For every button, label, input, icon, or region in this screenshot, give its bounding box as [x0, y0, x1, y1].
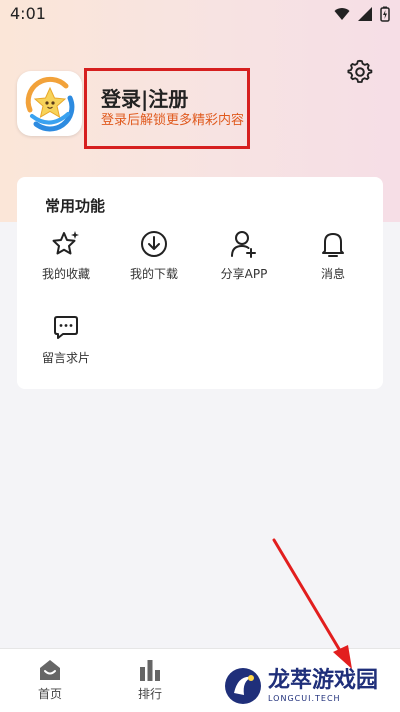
- share-user-icon: [231, 231, 256, 258]
- app-logo-avatar[interactable]: [17, 71, 82, 136]
- function-downloads[interactable]: 我的下载: [118, 229, 190, 289]
- download-icon: [141, 231, 167, 257]
- login-register-link[interactable]: 登录|注册: [101, 83, 188, 112]
- function-share-app[interactable]: 分享APP: [208, 229, 280, 289]
- watermark-text: 龙萃游戏园: [268, 667, 379, 693]
- function-label: 我的下载: [129, 267, 178, 281]
- tab-ranking[interactable]: 排行: [110, 649, 190, 712]
- star-logo-icon: [25, 76, 74, 131]
- wifi-icon: [334, 8, 350, 20]
- watermark-logo-icon: [225, 668, 261, 704]
- watermark-subtext: LONGCUI.TECH: [268, 693, 341, 703]
- ranking-icon: [140, 660, 160, 681]
- function-label: 我的收藏: [41, 267, 90, 281]
- settings-gear-icon[interactable]: [347, 59, 373, 85]
- common-functions-card: 常用功能 我的收藏 我的下载 分享APP 消息 留言求片: [17, 177, 383, 389]
- function-request-movie[interactable]: 留言求片: [30, 313, 102, 373]
- tab-home[interactable]: 首页: [10, 649, 90, 712]
- section-title: 常用功能: [45, 197, 106, 215]
- status-time: 4:01: [10, 4, 46, 23]
- watermark: 龙萃游戏园 LONGCUI.TECH: [222, 661, 400, 711]
- function-label: 分享APP: [220, 267, 268, 281]
- status-icons: [334, 6, 390, 22]
- battery-charging-icon: [380, 6, 390, 22]
- bell-icon: [322, 233, 344, 257]
- function-messages[interactable]: 消息: [297, 229, 369, 289]
- signal-icon: [358, 7, 372, 21]
- tab-label: 排行: [137, 687, 162, 701]
- status-bar: 4:01: [0, 0, 400, 30]
- function-label: 消息: [320, 267, 345, 281]
- function-favorites[interactable]: 我的收藏: [30, 229, 102, 289]
- home-icon: [40, 660, 60, 680]
- star-sparkle-icon: [52, 231, 79, 255]
- login-subtitle: 登录后解锁更多精彩内容: [101, 113, 245, 128]
- function-label: 留言求片: [41, 351, 90, 365]
- tab-label: 首页: [37, 687, 62, 701]
- message-icon: [54, 316, 78, 339]
